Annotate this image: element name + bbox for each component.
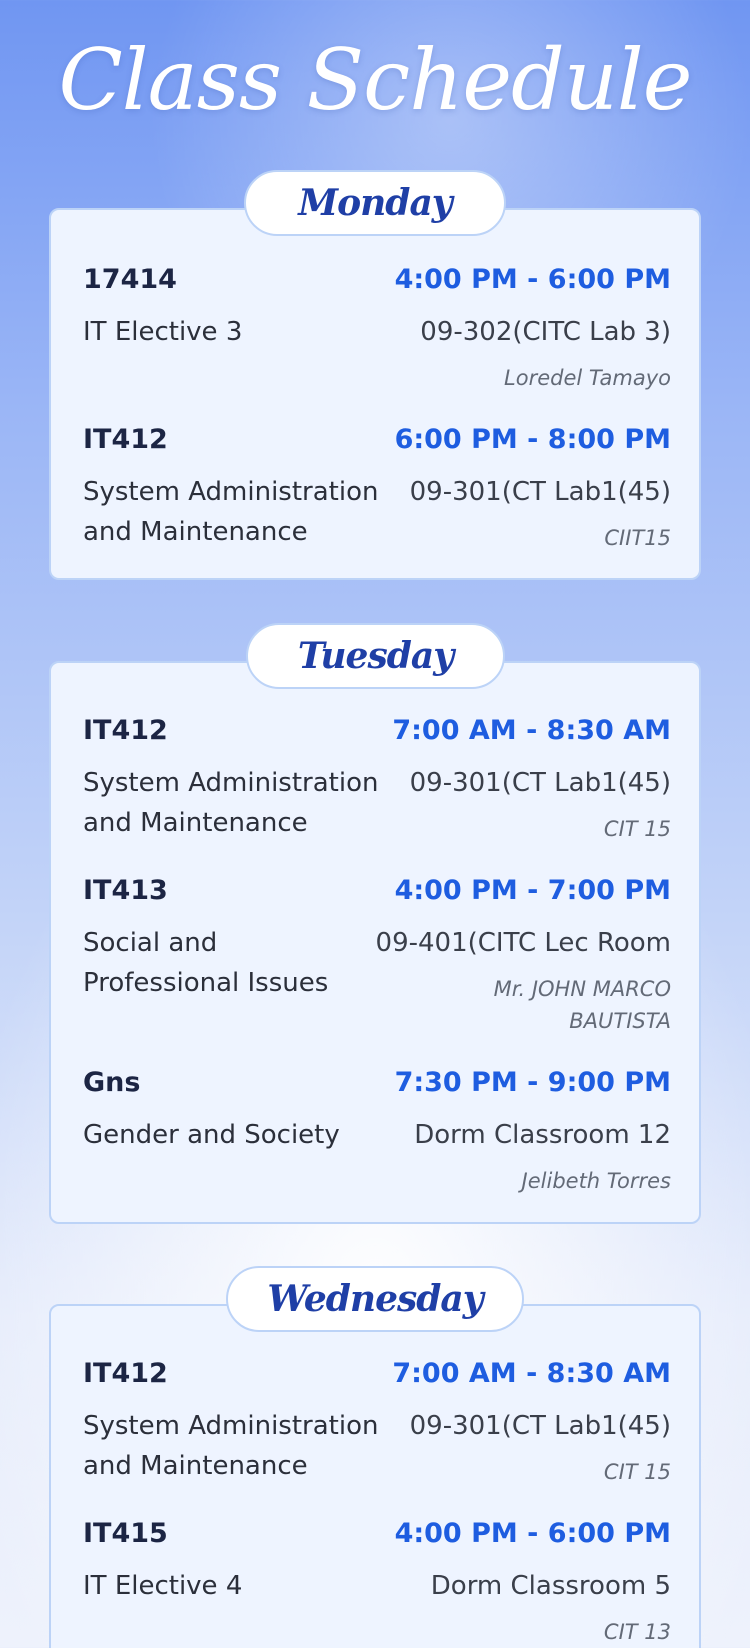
class-instructor: CIT 15	[603, 1460, 671, 1484]
class-room: 09-301(CT Lab1(45)	[409, 477, 671, 507]
class-entry[interactable]: IT413 4:00 PM - 7:00 PM Social and Profe…	[83, 875, 671, 1045]
class-time: 4:00 PM - 7:00 PM	[394, 875, 671, 906]
class-time: 7:00 AM - 8:30 AM	[392, 715, 671, 746]
class-subject: IT Elective 4	[83, 1571, 243, 1601]
class-room: 09-301(CT Lab1(45)	[409, 1411, 671, 1441]
class-code: 17414	[83, 264, 177, 295]
class-code: IT412	[83, 715, 168, 746]
class-entry[interactable]: 17414 4:00 PM - 6:00 PM IT Elective 3 09…	[83, 264, 671, 404]
class-instructor: Jelibeth Torres	[521, 1169, 671, 1193]
day-card: IT412 7:00 AM - 8:30 AM System Administr…	[49, 1304, 701, 1648]
class-entry[interactable]: Gns 7:30 PM - 9:00 PM Gender and Society…	[83, 1067, 671, 1207]
class-code: IT415	[83, 1518, 168, 1549]
class-time: 7:30 PM - 9:00 PM	[394, 1067, 671, 1098]
class-time: 4:00 PM - 6:00 PM	[394, 1518, 671, 1549]
day-label-pill: Wednesday	[226, 1266, 524, 1332]
class-entry[interactable]: IT415 4:00 PM - 6:00 PM IT Elective 4 Do…	[83, 1518, 671, 1648]
class-subject: System Administration and Maintenance	[83, 768, 379, 838]
class-entry[interactable]: IT412 6:00 PM - 8:00 PM System Administr…	[83, 424, 671, 564]
class-instructor: CIT 15	[603, 817, 671, 841]
class-code: IT412	[83, 1358, 168, 1389]
class-instructor: CIIT15	[604, 526, 671, 550]
class-code: IT413	[83, 875, 168, 906]
class-subject: System Administration and Maintenance	[83, 477, 379, 547]
class-entry[interactable]: IT412 7:00 AM - 8:30 AM System Administr…	[83, 1358, 671, 1498]
day-card: 17414 4:00 PM - 6:00 PM IT Elective 3 09…	[49, 208, 701, 580]
class-subject: IT Elective 3	[83, 317, 243, 347]
class-time: 7:00 AM - 8:30 AM	[392, 1358, 671, 1389]
class-subject: Gender and Society	[83, 1120, 340, 1150]
class-time: 4:00 PM - 6:00 PM	[394, 264, 671, 295]
class-code: Gns	[83, 1067, 141, 1098]
class-room: Dorm Classroom 12	[414, 1120, 671, 1150]
day-card: IT412 7:00 AM - 8:30 AM System Administr…	[49, 661, 701, 1224]
class-room: 09-302(CITC Lab 3)	[420, 317, 671, 347]
class-code: IT412	[83, 424, 168, 455]
class-room: Dorm Classroom 5	[430, 1571, 671, 1601]
class-time: 6:00 PM - 8:00 PM	[394, 424, 671, 455]
class-instructor: CIT 13	[603, 1620, 671, 1644]
day-label-pill: Tuesday	[246, 623, 505, 689]
page-title: Class Schedule	[58, 31, 693, 129]
class-room: 09-401(CITC Lec Room	[375, 928, 671, 958]
class-room: 09-301(CT Lab1(45)	[409, 768, 671, 798]
class-instructor: Loredel Tamayo	[504, 366, 671, 390]
class-entry[interactable]: IT412 7:00 AM - 8:30 AM System Administr…	[83, 715, 671, 855]
day-label-pill: Monday	[244, 170, 506, 236]
class-subject: System Administration and Maintenance	[83, 1411, 379, 1481]
class-instructor: Mr. JOHN MARCO BAUTISTA	[493, 977, 671, 1033]
class-subject: Social and Professional Issues	[83, 928, 329, 998]
